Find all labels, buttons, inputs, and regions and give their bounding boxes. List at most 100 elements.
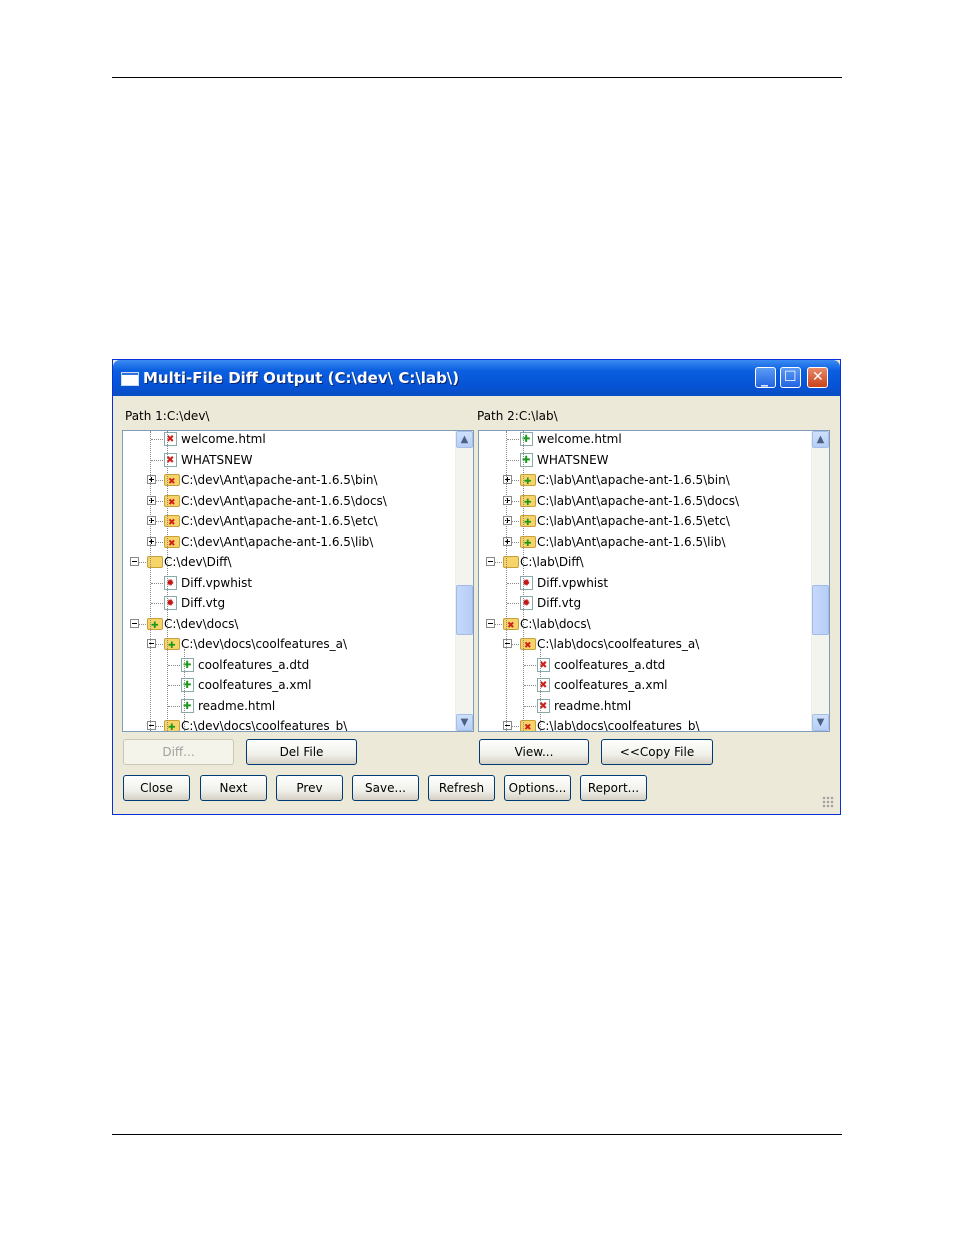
refresh-button[interactable]: Refresh xyxy=(428,775,495,801)
tree-row[interactable]: Diff.vtg xyxy=(123,593,455,614)
close-window-button[interactable]: ✕ xyxy=(807,367,828,388)
expand-plus-icon[interactable] xyxy=(147,536,156,546)
tree-row-label: C:\dev\Ant\apache-ant-1.6.5\etc\ xyxy=(181,514,378,528)
report-button[interactable]: Report... xyxy=(580,775,647,801)
collapse-minus-icon[interactable] xyxy=(130,557,139,566)
tree-row[interactable]: C:\dev\Diff\ xyxy=(123,552,455,572)
tree-row[interactable]: C:\lab\Diff\ xyxy=(479,552,811,572)
tree-guide-line xyxy=(167,431,168,731)
tree-row[interactable]: C:\lab\docs\coolfeatures_b\ xyxy=(479,716,811,731)
tree-row[interactable]: C:\dev\Ant\apache-ant-1.6.5\lib\ xyxy=(123,532,455,554)
tree-row[interactable]: C:\lab\docs\coolfeatures_a\ xyxy=(479,634,811,656)
tree-row-label: Diff.vpwhist xyxy=(181,575,253,590)
right-tree-scrollbar[interactable]: ▲ ▼ xyxy=(811,431,829,731)
tree-row-label: Diff.vtg xyxy=(181,596,226,610)
tree-row[interactable]: coolfeatures_a.xml xyxy=(479,675,811,696)
collapse-minus-icon[interactable] xyxy=(147,639,156,648)
tree-row[interactable]: WHATSNEW xyxy=(123,450,455,471)
tree-row[interactable]: Diff.vtg xyxy=(479,593,811,614)
prev-button[interactable]: Prev xyxy=(276,775,343,801)
copy-file-button[interactable]: <<Copy File xyxy=(601,739,713,765)
resize-grip-icon[interactable] xyxy=(822,796,834,808)
tree-row[interactable]: C:\lab\Ant\apache-ant-1.6.5\etc\ xyxy=(479,511,811,533)
tree-row[interactable]: coolfeatures_a.dtd xyxy=(123,655,455,676)
left-path-label: Path 1:C:\dev\ xyxy=(125,409,210,423)
tree-row[interactable]: C:\lab\Ant\apache-ant-1.6.5\bin\ xyxy=(479,470,811,492)
maximize-button[interactable]: ☐ xyxy=(780,367,801,388)
close-button[interactable]: Close xyxy=(123,775,190,801)
page-bottom-rule xyxy=(112,1134,842,1135)
tree-row-label: welcome.html xyxy=(181,432,266,446)
tree-row[interactable]: C:\lab\Ant\apache-ant-1.6.5\lib\ xyxy=(479,532,811,554)
file-changed-icon xyxy=(164,594,177,614)
collapse-minus-icon[interactable] xyxy=(503,639,512,648)
tree-row[interactable]: readme.html xyxy=(123,696,455,717)
tree-row[interactable]: C:\dev\docs\coolfeatures_b\ xyxy=(123,716,455,731)
tree-guide-line xyxy=(150,431,151,731)
scroll-down-arrow-icon[interactable]: ▼ xyxy=(812,714,829,731)
collapse-minus-icon[interactable] xyxy=(486,618,495,628)
tree-guide-line xyxy=(523,431,524,731)
next-button[interactable]: Next xyxy=(200,775,267,801)
tree-branch-line xyxy=(524,705,536,707)
app-window-icon xyxy=(121,372,139,386)
tree-row[interactable]: Diff.vpwhist xyxy=(123,573,455,594)
file-added-icon xyxy=(520,431,533,450)
tree-row[interactable]: C:\dev\Ant\apache-ant-1.6.5\docs\ xyxy=(123,491,455,513)
tree-row[interactable]: C:\dev\Ant\apache-ant-1.6.5\bin\ xyxy=(123,470,455,492)
tree-row-label: C:\lab\docs\coolfeatures_a\ xyxy=(537,637,700,651)
expand-plus-icon[interactable] xyxy=(503,475,512,484)
scroll-down-arrow-icon[interactable]: ▼ xyxy=(456,714,473,731)
collapse-minus-icon[interactable] xyxy=(147,721,156,730)
scroll-thumb[interactable] xyxy=(812,585,829,635)
tree-branch-line xyxy=(507,459,519,461)
tree-row[interactable]: coolfeatures_a.xml xyxy=(123,675,455,696)
file-changed-icon xyxy=(164,574,177,594)
scroll-up-arrow-icon[interactable]: ▲ xyxy=(812,431,829,448)
tree-row[interactable]: C:\lab\docs\ xyxy=(479,614,811,636)
tree-row[interactable]: C:\dev\docs\ xyxy=(123,614,455,636)
tree-row[interactable]: readme.html xyxy=(479,696,811,717)
tree-row[interactable]: WHATSNEW xyxy=(479,450,811,471)
close-icon: ✕ xyxy=(812,369,824,385)
collapse-minus-icon[interactable] xyxy=(503,721,512,730)
tree-branch-line xyxy=(168,685,180,686)
page-top-rule xyxy=(112,77,842,78)
expand-plus-icon[interactable] xyxy=(147,475,156,484)
tree-guide-line xyxy=(184,649,185,731)
view-button[interactable]: View... xyxy=(479,739,589,765)
left-file-tree[interactable]: welcome.html WHATSNEW C:\dev\Ant\apache-an… xyxy=(122,430,474,732)
tree-row-label: welcome.html xyxy=(537,432,622,446)
tree-row[interactable]: Diff.vpwhist xyxy=(479,573,811,594)
expand-plus-icon[interactable] xyxy=(503,495,512,505)
tree-row[interactable]: coolfeatures_a.dtd xyxy=(479,655,811,676)
del-file-button[interactable]: Del File xyxy=(246,739,357,765)
expand-plus-icon[interactable] xyxy=(147,495,156,505)
title-bar[interactable]: Multi-File Diff Output (C:\dev\ C:\lab\)… xyxy=(113,360,840,396)
diff-button[interactable]: Diff... xyxy=(123,739,234,765)
collapse-minus-icon[interactable] xyxy=(130,618,139,628)
tree-row[interactable]: welcome.html xyxy=(123,431,455,450)
left-tree-scrollbar[interactable]: ▲ ▼ xyxy=(455,431,473,731)
collapse-minus-icon[interactable] xyxy=(486,557,495,566)
tree-row[interactable]: C:\dev\docs\coolfeatures_a\ xyxy=(123,634,455,656)
file-added-icon xyxy=(181,697,194,717)
expand-plus-icon[interactable] xyxy=(503,516,512,525)
tree-row[interactable]: welcome.html xyxy=(479,431,811,450)
options-button[interactable]: Options... xyxy=(504,775,571,801)
scroll-up-arrow-icon[interactable]: ▲ xyxy=(456,431,473,448)
tree-row[interactable]: C:\dev\Ant\apache-ant-1.6.5\etc\ xyxy=(123,511,455,533)
tree-row-label: C:\dev\docs\ xyxy=(164,616,239,631)
tree-row[interactable]: C:\lab\Ant\apache-ant-1.6.5\docs\ xyxy=(479,491,811,513)
minimize-button[interactable]: _ xyxy=(755,367,776,388)
expand-plus-icon[interactable] xyxy=(503,536,512,546)
save-button[interactable]: Save... xyxy=(352,775,419,801)
file-added-icon xyxy=(181,656,194,676)
tree-branch-line xyxy=(151,439,163,440)
right-file-tree[interactable]: welcome.html WHATSNEW C:\lab\Ant\apache-an… xyxy=(478,430,830,732)
maximize-icon: ☐ xyxy=(784,369,797,385)
expand-plus-icon[interactable] xyxy=(147,516,156,525)
tree-branch-line xyxy=(168,705,180,707)
scroll-thumb[interactable] xyxy=(456,585,473,635)
tree-row-label: WHATSNEW xyxy=(181,452,253,467)
